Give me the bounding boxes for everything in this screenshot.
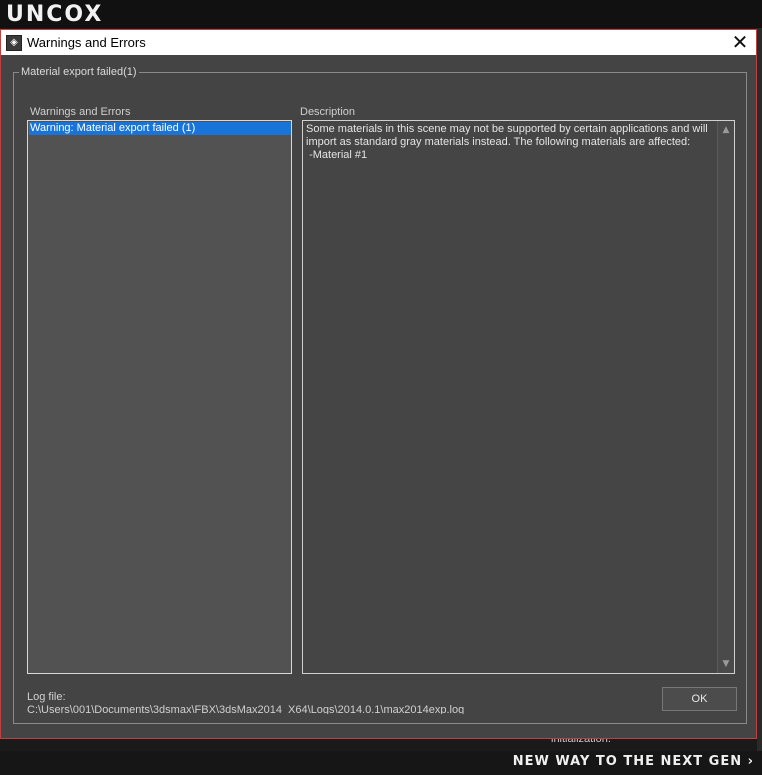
warnings-list[interactable]: Warning: Material export failed (1) [27, 120, 292, 674]
background-tagline: NEW WAY TO THE NEXT GEN › [512, 754, 754, 769]
log-file-label: Log file: [27, 691, 66, 703]
ok-button[interactable]: OK [662, 687, 737, 711]
group-title: Material export failed(1) [19, 66, 139, 78]
close-button[interactable]: ✕ [724, 30, 756, 55]
dialog-title: Warnings and Errors [27, 35, 146, 50]
scroll-up-icon[interactable]: ▲ [718, 123, 734, 137]
description-text: Some materials in this scene may not be … [306, 123, 708, 161]
list-label: Warnings and Errors [30, 106, 131, 118]
background-app-header: UNCOX [0, 0, 762, 28]
list-item[interactable]: Warning: Material export failed (1) [29, 122, 291, 135]
max-app-icon: ◈ [6, 35, 22, 51]
log-file-path: C:\Users\001\Documents\3dsmax\FBX\3dsMax… [27, 704, 465, 714]
description-scrollbar[interactable]: ▲ ▼ [717, 121, 734, 673]
dialog-titlebar[interactable]: ◈ Warnings and Errors ✕ [1, 30, 756, 55]
background-panel [757, 28, 762, 751]
app-logo: UNCOX [6, 2, 104, 27]
scroll-down-icon[interactable]: ▼ [718, 657, 734, 671]
description-label: Description [300, 106, 356, 118]
warnings-dialog: ◈ Warnings and Errors ✕ Material export … [0, 29, 757, 739]
description-box[interactable]: Some materials in this scene may not be … [302, 120, 735, 674]
